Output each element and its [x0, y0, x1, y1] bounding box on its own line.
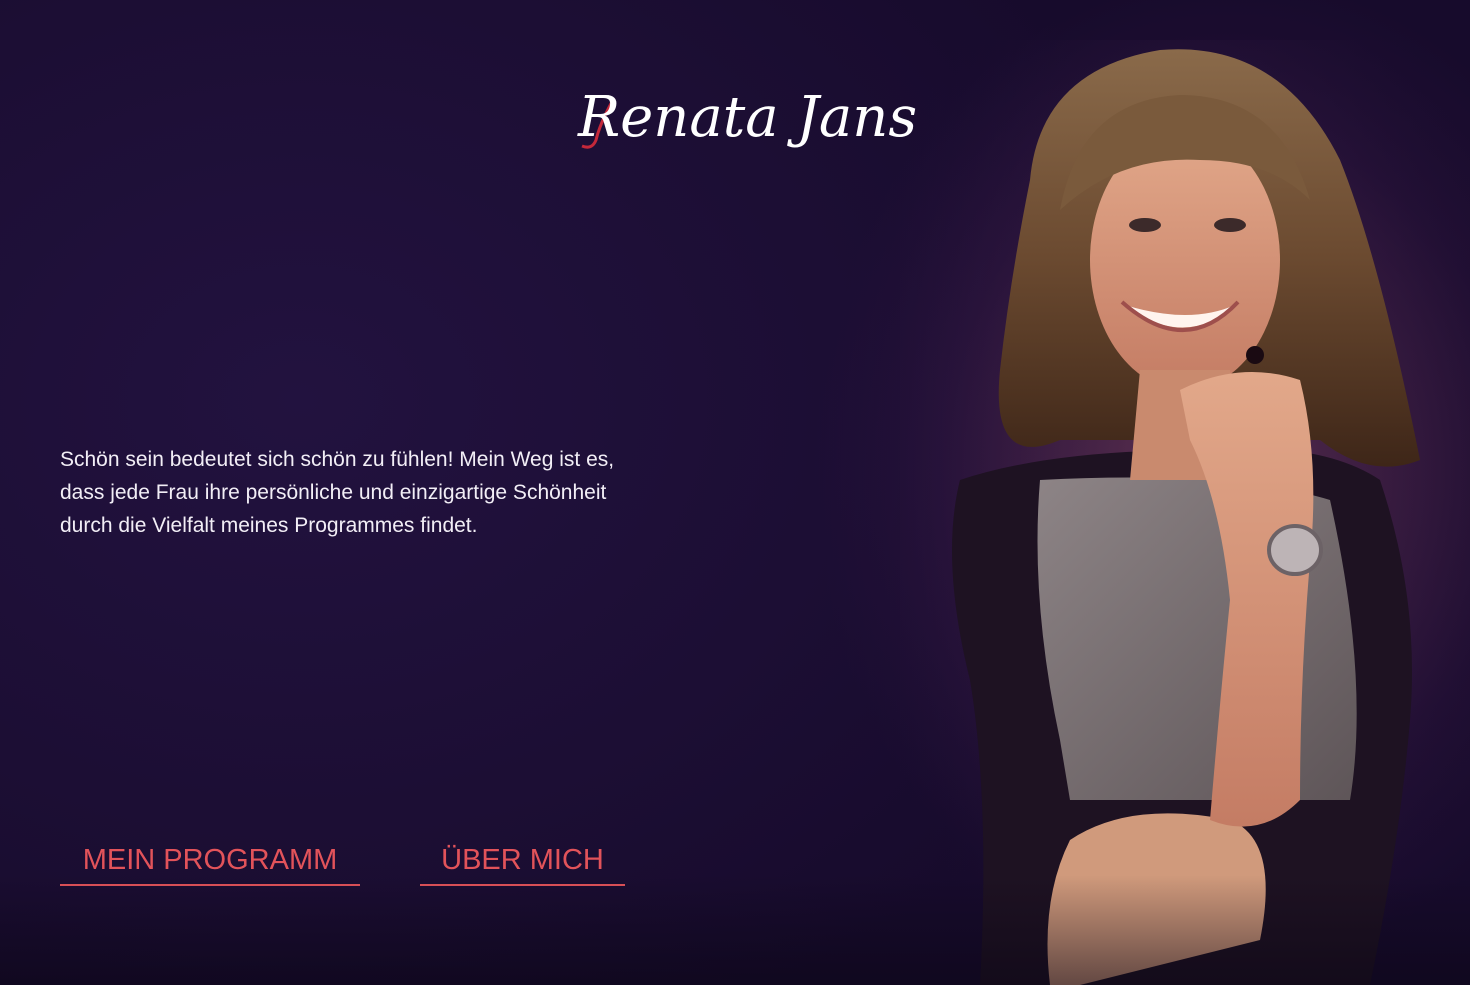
hero-page: Renata Jans Schön sein bedeutet sich sch… [0, 0, 1470, 985]
intro-text: Schön sein bedeutet sich schön zu fühlen… [60, 448, 615, 537]
portrait-image [900, 40, 1470, 985]
logo-text: Renata Jans [578, 85, 918, 150]
brand-logo[interactable]: Renata Jans [578, 78, 917, 158]
mein-programm-button[interactable]: MEIN PROGRAMM [60, 838, 360, 886]
ueber-mich-button[interactable]: ÜBER MICH [420, 838, 625, 886]
